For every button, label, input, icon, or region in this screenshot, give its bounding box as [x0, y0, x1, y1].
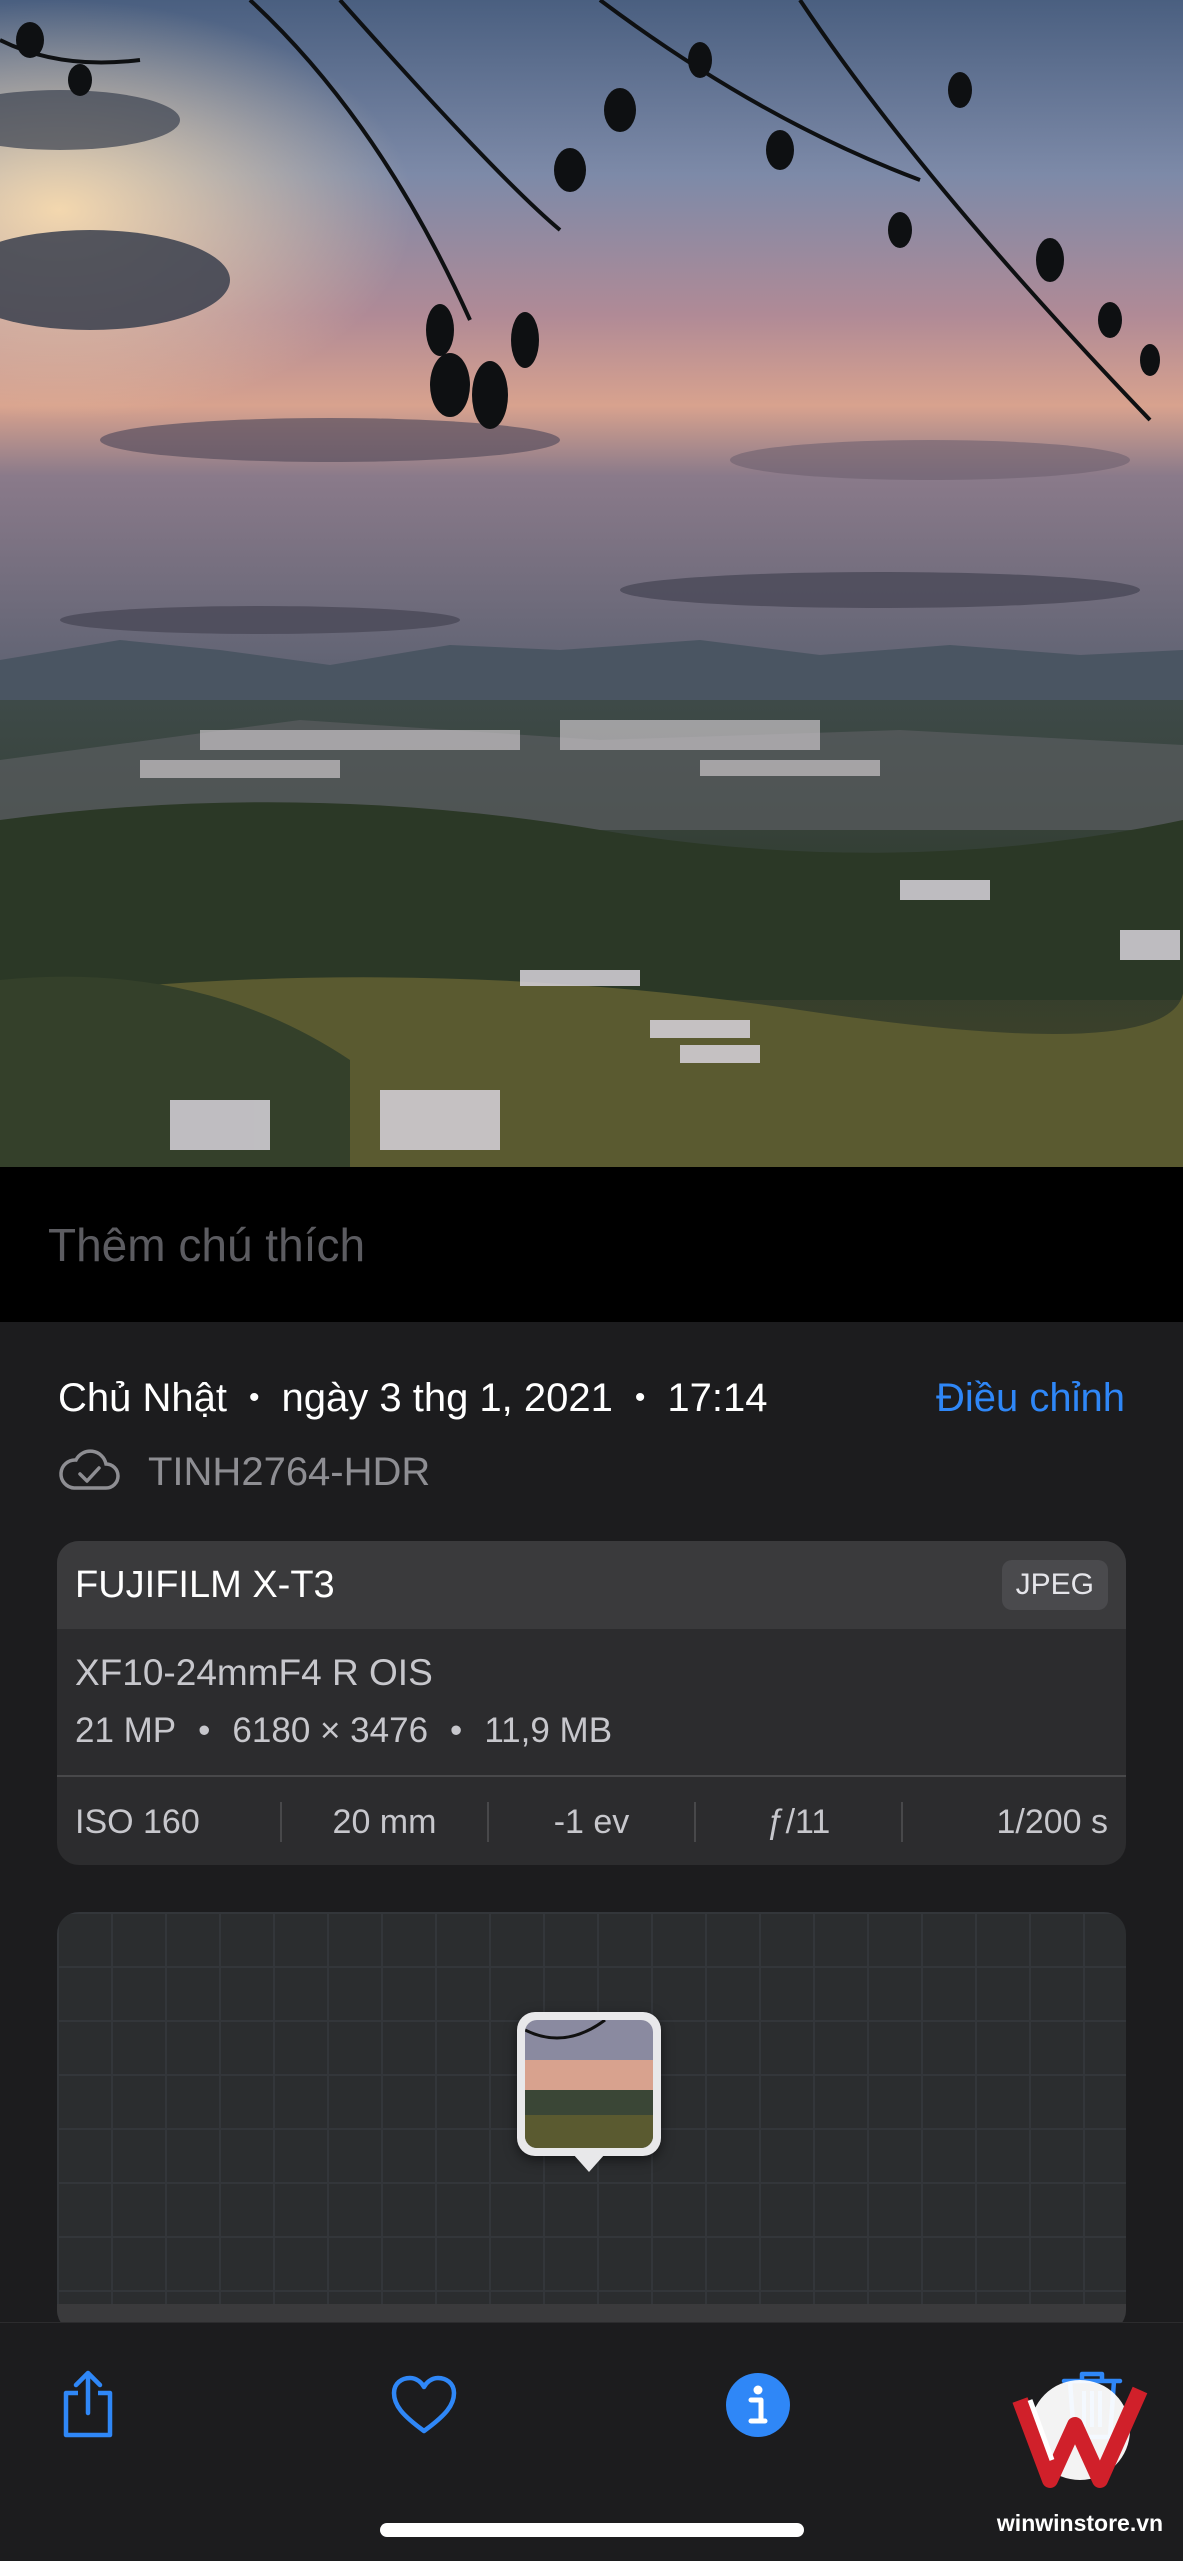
caption-placeholder: Thêm chú thích — [48, 1218, 366, 1271]
share-icon — [63, 2370, 113, 2438]
photo-viewer[interactable] — [0, 0, 1183, 1167]
date-row: Chủ Nhật • ngày 3 thg 1, 2021 • 17:14 Đi… — [58, 1368, 1125, 1428]
pin-thumbnail — [525, 2020, 653, 2148]
megapixels-label: 21 MP — [75, 1711, 177, 1750]
image-specs: 21 MP • 6180 × 3476 • 11,9 MB — [75, 1701, 1108, 1761]
separator-dot: • — [450, 1711, 463, 1750]
day-label: Chủ Nhật — [58, 1375, 227, 1420]
focal-length-value: 20 mm — [332, 1802, 437, 1841]
brand-logo — [1012, 2380, 1148, 2488]
separator-dot: • — [634, 1381, 646, 1414]
adjust-date-button[interactable]: Điều chỉnh — [936, 1376, 1125, 1421]
date-label: ngày 3 thg 1, 2021 — [281, 1375, 613, 1420]
map-photo-pin[interactable] — [517, 2012, 661, 2172]
filesize-label: 11,9 MB — [484, 1711, 613, 1750]
resolution-label: 6180 × 3476 — [232, 1711, 429, 1750]
watermark-text: winwinstore.vn — [996, 2510, 1164, 2536]
iso-value: ISO 160 — [75, 1802, 200, 1841]
lens-label: XF10-24mmF4 R OIS — [75, 1652, 433, 1693]
exposure-bias-value: -1 ev — [553, 1802, 630, 1841]
pin-tail — [573, 2154, 605, 2172]
heart-icon — [391, 2375, 457, 2434]
camera-model: FUJIFILM X-T3 — [75, 1563, 335, 1606]
exif-header: FUJIFILM X-T3 JPEG — [57, 1541, 1126, 1629]
location-map[interactable] — [57, 1912, 1126, 2332]
separator-dot: • — [198, 1711, 211, 1750]
caption-field[interactable]: Thêm chú thích — [0, 1167, 1183, 1322]
info-icon — [726, 2373, 790, 2437]
share-button[interactable] — [48, 2365, 128, 2445]
aperture-value: ƒ/11 — [766, 1802, 831, 1841]
cloud-check-icon — [58, 1448, 120, 1497]
exif-card: FUJIFILM X-T3 JPEG XF10-24mmF4 R OIS 21 … — [57, 1541, 1126, 1865]
exposure-row: ISO 160 20 mm -1 ev ƒ/11 1/200 s — [57, 1775, 1126, 1865]
watermark-logo: winwinstore.vn — [990, 2370, 1170, 2550]
landscape-photo — [0, 0, 1183, 1167]
info-button[interactable] — [718, 2365, 798, 2445]
filename-row: TINH2764-HDR — [58, 1442, 430, 1502]
home-indicator — [380, 2523, 804, 2537]
separator-dot: • — [248, 1381, 260, 1414]
shutter-value: 1/200 s — [996, 1802, 1108, 1841]
filename-label: TINH2764-HDR — [148, 1449, 431, 1494]
time-label: 17:14 — [667, 1375, 768, 1420]
format-badge: JPEG — [1001, 1560, 1108, 1610]
favorite-button[interactable] — [384, 2365, 464, 2445]
info-panel: Chủ Nhật • ngày 3 thg 1, 2021 • 17:14 Đi… — [0, 1322, 1183, 2332]
